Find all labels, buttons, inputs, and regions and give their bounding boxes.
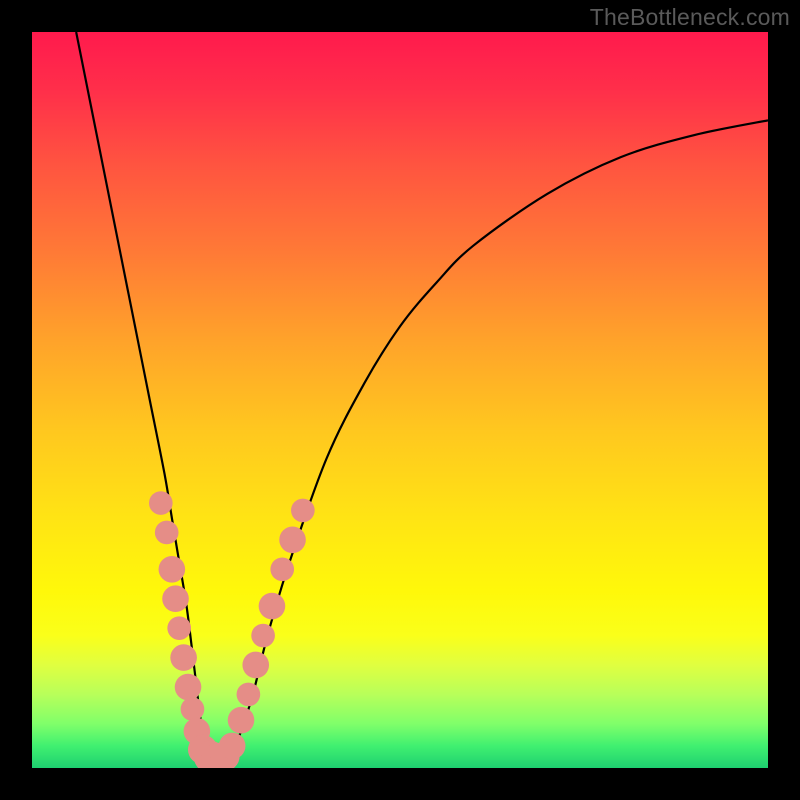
curve-marker xyxy=(279,527,306,554)
curve-marker xyxy=(237,683,261,707)
chart-frame: TheBottleneck.com xyxy=(0,0,800,800)
curve-marker xyxy=(149,491,173,515)
curve-marker xyxy=(181,697,205,721)
curve-marker xyxy=(159,556,186,583)
watermark-text: TheBottleneck.com xyxy=(590,4,790,31)
curve-marker xyxy=(270,557,294,581)
curve-marker xyxy=(259,593,286,620)
curve-marker xyxy=(162,585,189,612)
curve-marker xyxy=(155,521,179,545)
curve-marker xyxy=(251,624,275,648)
curve-marker xyxy=(170,644,197,671)
curve-marker xyxy=(167,616,191,640)
curve-marker xyxy=(175,674,202,701)
curve-marker xyxy=(228,707,255,734)
curve-marker xyxy=(291,499,315,523)
curve-markers xyxy=(149,491,315,768)
plot-area xyxy=(32,32,768,768)
curve-marker xyxy=(219,733,246,760)
bottleneck-curve xyxy=(32,32,768,768)
curve-marker xyxy=(242,652,269,679)
